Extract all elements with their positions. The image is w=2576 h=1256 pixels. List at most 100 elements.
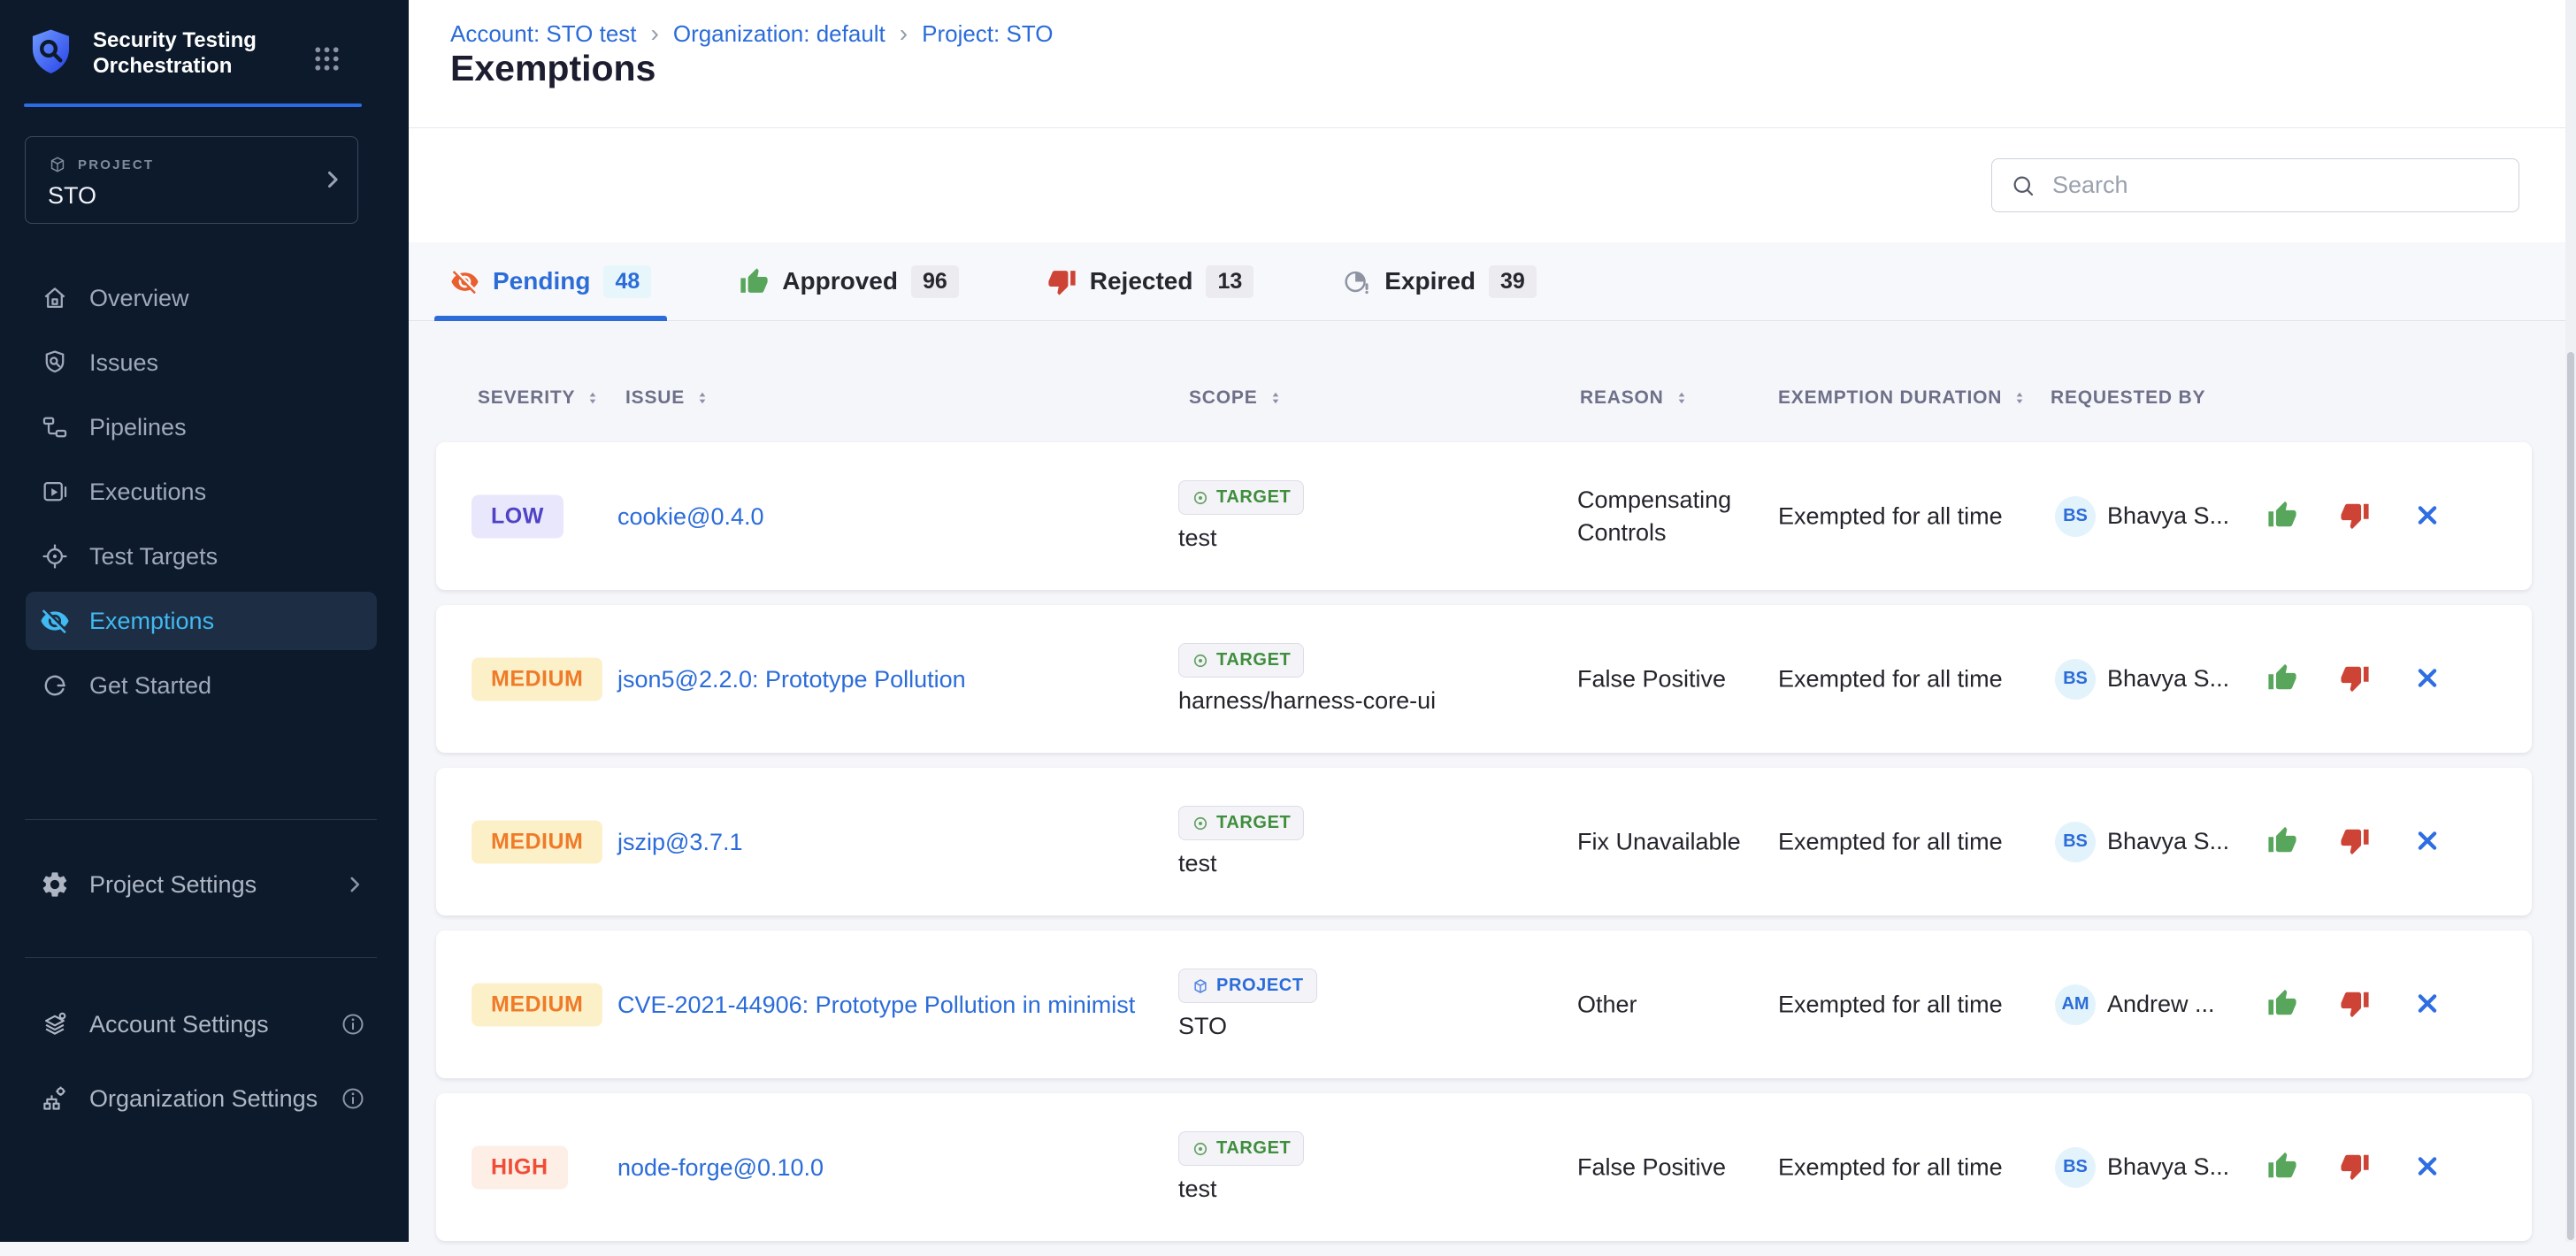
sidebar-item-issues[interactable]: Issues [26, 333, 377, 392]
issue-link[interactable]: node-forge@0.10.0 [617, 1150, 1157, 1185]
approve-button[interactable] [2267, 500, 2297, 532]
search-box[interactable] [1991, 158, 2519, 212]
tab-label: Approved [782, 267, 898, 295]
approve-button[interactable] [2267, 1151, 2297, 1183]
scope-type-label: TARGET [1216, 1138, 1291, 1159]
avatar: AM [2055, 984, 2096, 1025]
column-header-requested-by[interactable]: REQUESTED BY [2051, 387, 2205, 409]
requester-name: Bhavya S... [2107, 1153, 2229, 1181]
tab-expired[interactable]: Expired39 [1326, 242, 1552, 320]
sidebar-item-exemptions[interactable]: Exemptions [26, 592, 377, 650]
scope-cell: TARGETtest [1178, 1093, 1304, 1241]
column-header-scope[interactable]: SCOPE [1189, 387, 1284, 409]
breadcrumb-link[interactable]: Organization: default [673, 20, 886, 48]
sort-icon [1267, 389, 1284, 407]
scope-type-badge: TARGET [1178, 806, 1304, 840]
requester-name: Bhavya S... [2107, 828, 2229, 855]
avatar: BS [2055, 659, 2096, 700]
project-selector[interactable]: PROJECT STO [25, 136, 358, 224]
scope-type-badge: TARGET [1178, 480, 1304, 515]
requested-by-cell: AM Andrew ... [2055, 984, 2215, 1025]
info-icon[interactable] [340, 1085, 366, 1112]
tab-approved[interactable]: Approved 96 [724, 242, 975, 320]
tab-pending[interactable]: Pending48 [434, 242, 667, 320]
breadcrumb-link[interactable]: Account: STO test [450, 20, 637, 48]
sidebar-item-label: Organization Settings [89, 1085, 318, 1113]
cancel-button[interactable] [2414, 502, 2441, 531]
tab-label: Rejected [1090, 267, 1193, 295]
thumb-up-icon [2267, 988, 2297, 1018]
breadcrumb-link[interactable]: Project: STO [922, 20, 1053, 48]
column-header-reason[interactable]: REASON [1580, 387, 1690, 409]
column-header-issue[interactable]: ISSUE [625, 387, 711, 409]
avatar: BS [2055, 496, 2096, 537]
approve-button[interactable] [2267, 988, 2297, 1021]
thumb-down-icon [2340, 500, 2370, 530]
tab-count-badge: 96 [911, 265, 959, 298]
header-divider [409, 127, 2576, 128]
reject-button[interactable] [2340, 988, 2370, 1021]
reject-button[interactable] [2340, 662, 2370, 695]
scope-target-icon [1192, 1140, 1209, 1158]
app-title: Security Testing Orchestration [93, 27, 292, 79]
thumb-down-icon [2340, 988, 2370, 1018]
info-icon[interactable] [340, 1011, 366, 1038]
sidebar-item-overview[interactable]: Overview [26, 269, 377, 327]
column-header-exemption-duration[interactable]: EXEMPTION DURATION [1778, 387, 2028, 409]
breadcrumb-separator-icon: › [900, 19, 908, 48]
cancel-button[interactable] [2414, 664, 2441, 693]
issue-link[interactable]: CVE-2021-44906: Prototype Pollution in m… [617, 987, 1157, 1022]
reject-button[interactable] [2340, 500, 2370, 532]
apps-grid-icon[interactable] [311, 43, 342, 74]
duration-cell: Exempted for all time [1778, 502, 2061, 530]
page-header: Account: STO test›Organization: default›… [409, 0, 2576, 242]
column-header-severity[interactable]: SEVERITY [478, 387, 602, 409]
reason-cell: False Positive [1577, 1151, 1785, 1183]
x-icon [2414, 664, 2441, 691]
approve-button[interactable] [2267, 825, 2297, 858]
vertical-scrollbar[interactable] [2565, 0, 2576, 1242]
tab-count-badge: 39 [1489, 265, 1537, 298]
duration-cell: Exempted for all time [1778, 991, 2061, 1018]
search-input[interactable] [2051, 171, 2501, 200]
scope-type-badge: TARGET [1178, 643, 1304, 678]
requested-by-cell: BS Bhavya S... [2055, 496, 2229, 537]
shield-search-icon [40, 348, 70, 378]
sidebar-item-test-targets[interactable]: Test Targets [26, 527, 377, 586]
search-icon [2010, 172, 2036, 199]
reject-button[interactable] [2340, 1151, 2370, 1183]
sidebar-item-label: Account Settings [89, 1011, 269, 1038]
sidebar-item-label: Issues [89, 349, 158, 377]
severity-badge: LOW [472, 494, 564, 538]
sidebar-item-organization-settings[interactable]: Organization Settings [26, 1069, 377, 1128]
scope-type-label: TARGET [1216, 813, 1291, 833]
cancel-button[interactable] [2414, 827, 2441, 856]
duration-cell: Exempted for all time [1778, 1153, 2061, 1181]
scrollbar-thumb[interactable] [2567, 352, 2574, 1240]
page-title: Exemptions [450, 48, 656, 89]
issue-link[interactable]: json5@2.2.0: Prototype Pollution [617, 662, 1157, 697]
approve-button[interactable] [2267, 662, 2297, 695]
sidebar-item-get-started[interactable]: Get Started [26, 656, 377, 715]
table-row: HIGHnode-forge@0.10.0TARGETtestFalse Pos… [436, 1093, 2532, 1241]
sidebar-item-executions[interactable]: Executions [26, 463, 377, 521]
requester-name: Bhavya S... [2107, 502, 2229, 530]
scope-cell: PROJECTSTO [1178, 931, 1317, 1078]
project-cube-icon [48, 155, 67, 174]
thumb-up-icon [2267, 500, 2297, 530]
scope-cell: TARGETtest [1178, 442, 1304, 590]
tab-rejected[interactable]: Rejected13 [1031, 242, 1270, 320]
issue-link[interactable]: jszip@3.7.1 [617, 824, 1157, 860]
cancel-button[interactable] [2414, 1153, 2441, 1182]
cancel-button[interactable] [2414, 990, 2441, 1019]
scope-target-icon [1192, 815, 1209, 832]
sidebar-item-account-settings[interactable]: Account Settings [26, 995, 377, 1053]
thumb-up-icon [740, 267, 769, 296]
tab-bar: Pending48 Approved 96 Rejected13 Expired39 [409, 242, 2576, 321]
scope-type-label: TARGET [1216, 487, 1291, 508]
requester-name: Andrew ... [2107, 991, 2215, 1018]
sidebar-item-project-settings[interactable]: Project Settings [26, 855, 377, 914]
issue-link[interactable]: cookie@0.4.0 [617, 499, 1157, 534]
table-row: MEDIUMjson5@2.2.0: Prototype PollutionTA… [436, 605, 2532, 753]
reject-button[interactable] [2340, 825, 2370, 858]
